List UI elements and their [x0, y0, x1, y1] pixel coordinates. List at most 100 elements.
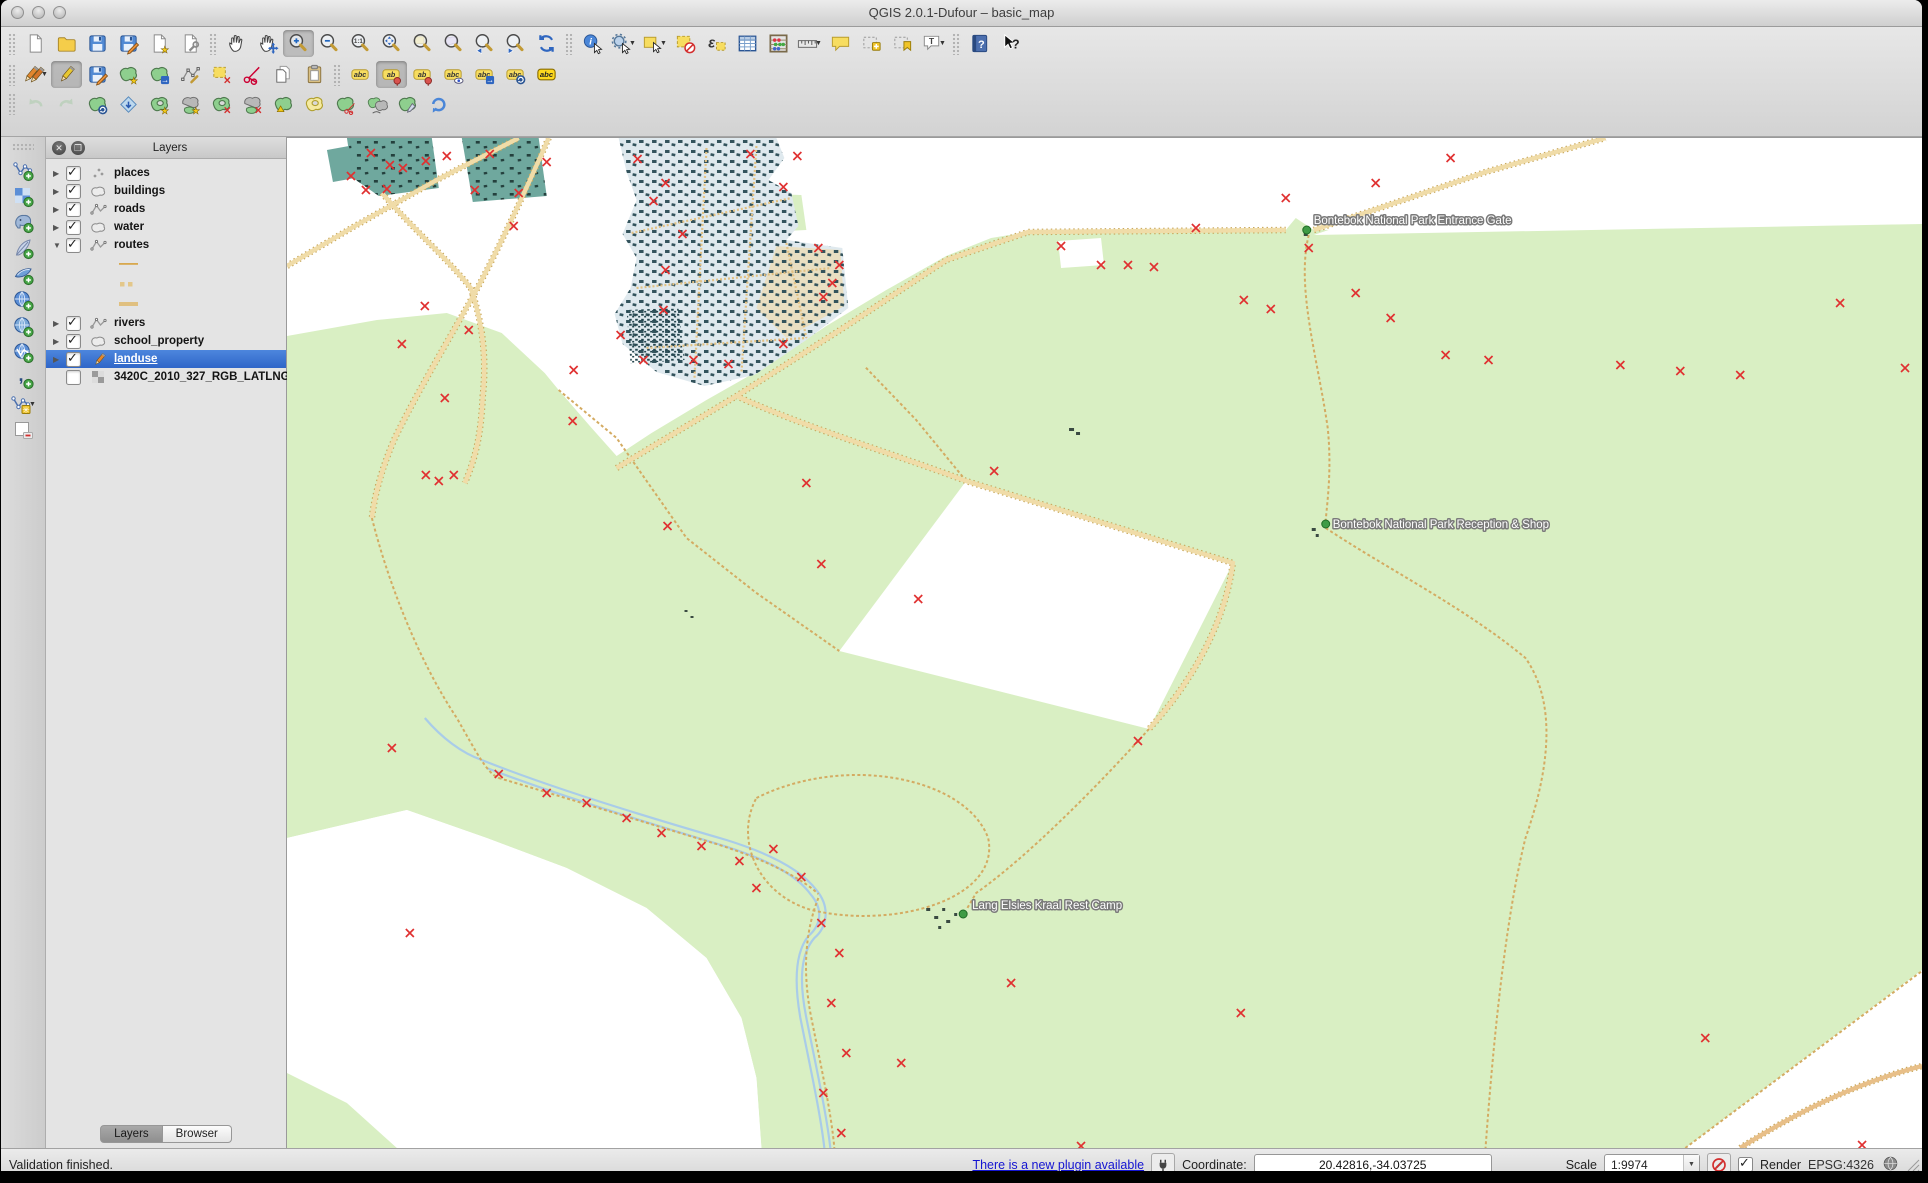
- simplify-feature-button[interactable]: [113, 91, 144, 118]
- select-features-button[interactable]: ▼: [639, 30, 670, 57]
- pan-to-selection-button[interactable]: [252, 30, 283, 57]
- split-features-button[interactable]: [330, 91, 361, 118]
- new-shapefile-layer-button[interactable]: ✳ ▼: [8, 391, 39, 417]
- close-panel-icon[interactable]: ✕: [52, 140, 66, 155]
- add-vector-layer-button[interactable]: [8, 157, 39, 183]
- whats-this-button[interactable]: ?: [995, 30, 1026, 57]
- node-tool-button[interactable]: [175, 61, 206, 88]
- identify-features-button[interactable]: i: [577, 30, 608, 57]
- offset-curve-button[interactable]: [299, 91, 330, 118]
- render-checkbox[interactable]: [1737, 1155, 1753, 1172]
- add-raster-layer-button[interactable]: [8, 183, 39, 209]
- layer-item-buildings[interactable]: ▶ buildings: [46, 182, 286, 200]
- layer-item-3420C_2010_327_RGB_LATLNG[interactable]: 3420C_2010_327_RGB_LATLNG: [46, 368, 290, 386]
- save-layer-edits-button[interactable]: [82, 61, 113, 88]
- rotate-point-symbols-button[interactable]: [423, 91, 454, 118]
- add-feature-button[interactable]: ★: [113, 61, 144, 88]
- layer-visibility-checkbox[interactable]: [66, 164, 81, 181]
- text-annotation-dropdown-icon[interactable]: ▼: [939, 40, 947, 47]
- expand-arrow-icon[interactable]: ▶: [53, 337, 66, 346]
- pan-map-button[interactable]: [221, 30, 252, 57]
- new-project-button[interactable]: [20, 30, 51, 57]
- close-window-button[interactable]: [11, 6, 24, 19]
- map-tips-button[interactable]: [825, 30, 856, 57]
- expand-arrow-icon[interactable]: ▶: [53, 355, 66, 364]
- layer-visibility-checkbox[interactable]: [66, 332, 81, 349]
- help-contents-button[interactable]: ?: [964, 30, 995, 57]
- toolbar-handle[interactable]: [8, 63, 17, 86]
- refresh-map-button[interactable]: [531, 30, 562, 57]
- layer-labeling-options-button[interactable]: abc: [345, 61, 376, 88]
- layer-visibility-checkbox[interactable]: [66, 182, 81, 199]
- layer-item-rivers[interactable]: ▶ rivers: [46, 314, 286, 332]
- current-edits-button[interactable]: ▼: [20, 61, 51, 88]
- redo-button[interactable]: [51, 91, 82, 118]
- add-delimited-text-layer-button[interactable]: ,: [8, 365, 39, 391]
- layer-visibility-checkbox[interactable]: [66, 218, 81, 235]
- zoom-window-button[interactable]: [53, 6, 66, 19]
- zoom-to-selection-button[interactable]: [407, 30, 438, 57]
- add-mssql-layer-button[interactable]: [8, 261, 39, 287]
- add-wcs-layer-button[interactable]: [8, 313, 39, 339]
- copy-features-button[interactable]: [268, 61, 299, 88]
- current-edits-dropdown-icon[interactable]: ▼: [41, 71, 49, 78]
- expand-arrow-icon[interactable]: ▶: [53, 223, 66, 232]
- add-part-button[interactable]: ★: [175, 91, 206, 118]
- zoom-actual-size-button[interactable]: 1:1: [345, 30, 376, 57]
- add-ring-button[interactable]: ★: [144, 91, 175, 118]
- toggle-editing-button[interactable]: [51, 61, 82, 88]
- layer-item-routes[interactable]: ▼ routes: [46, 236, 286, 254]
- merge-features-button[interactable]: [361, 91, 392, 118]
- layer-item-school_property[interactable]: ▶ school_property: [46, 332, 286, 350]
- run-feature-action-button[interactable]: ▼: [608, 30, 639, 57]
- rotate-feature-button[interactable]: [82, 91, 113, 118]
- select-features-dropdown-icon[interactable]: ▼: [660, 40, 668, 47]
- measure-line-dropdown-icon[interactable]: ▼: [815, 40, 823, 47]
- new-print-composer-button[interactable]: ★: [144, 30, 175, 57]
- toolbar-handle[interactable]: [565, 32, 574, 55]
- new-bookmark-button[interactable]: [856, 30, 887, 57]
- reshape-features-button[interactable]: [268, 91, 299, 118]
- show-bookmarks-button[interactable]: [887, 30, 918, 57]
- run-feature-action-dropdown-icon[interactable]: ▼: [629, 40, 637, 47]
- layer-visibility-checkbox[interactable]: [66, 200, 81, 217]
- expand-arrow-icon[interactable]: ▶: [53, 319, 66, 328]
- open-attribute-table-button[interactable]: [732, 30, 763, 57]
- remove-layer-button[interactable]: [8, 417, 39, 443]
- deselect-features-button[interactable]: [670, 30, 701, 57]
- undo-button[interactable]: [20, 91, 51, 118]
- save-project-button[interactable]: [82, 30, 113, 57]
- layer-visibility-checkbox[interactable]: [66, 350, 81, 367]
- toolbar-handle[interactable]: [12, 143, 34, 151]
- add-wfs-layer-button[interactable]: [8, 339, 39, 365]
- layer-item-landuse[interactable]: ▶ landuse: [46, 350, 286, 368]
- tab-layers[interactable]: Layers: [100, 1125, 163, 1143]
- cut-features-button[interactable]: [237, 61, 268, 88]
- paste-features-button[interactable]: [299, 61, 330, 88]
- zoom-in-button[interactable]: [283, 30, 314, 57]
- delete-selected-button[interactable]: ×: [206, 61, 237, 88]
- minimize-window-button[interactable]: [32, 6, 45, 19]
- rotate-label-button[interactable]: abc: [500, 61, 531, 88]
- add-spatialite-layer-button[interactable]: [8, 235, 39, 261]
- expand-arrow-icon[interactable]: ▶: [53, 205, 66, 214]
- merge-feature-attributes-button[interactable]: [392, 91, 423, 118]
- field-calculator-button[interactable]: [763, 30, 794, 57]
- text-annotation-button[interactable]: T ▼: [918, 30, 949, 57]
- toolbar-handle[interactable]: [952, 32, 961, 55]
- new-plugin-link[interactable]: There is a new plugin available: [972, 1158, 1144, 1172]
- zoom-to-layer-button[interactable]: [438, 30, 469, 57]
- open-project-button[interactable]: [51, 30, 82, 57]
- expand-arrow-icon[interactable]: ▶: [53, 187, 66, 196]
- zoom-last-button[interactable]: [469, 30, 500, 57]
- add-postgis-layer-button[interactable]: [8, 209, 39, 235]
- move-label-button[interactable]: abc →: [469, 61, 500, 88]
- tab-browser[interactable]: Browser: [162, 1125, 232, 1143]
- map-canvas[interactable]: Bontebok National Park Entrance Gate Bont…: [287, 137, 1922, 1148]
- select-by-expression-button[interactable]: ε: [701, 30, 732, 57]
- layer-visibility-checkbox[interactable]: [66, 236, 81, 253]
- layer-item-water[interactable]: ▶ water: [46, 218, 286, 236]
- pin-unpin-labels-button[interactable]: ab: [376, 61, 407, 88]
- layer-visibility-checkbox[interactable]: [66, 369, 81, 385]
- expand-arrow-icon[interactable]: ▼: [53, 241, 66, 250]
